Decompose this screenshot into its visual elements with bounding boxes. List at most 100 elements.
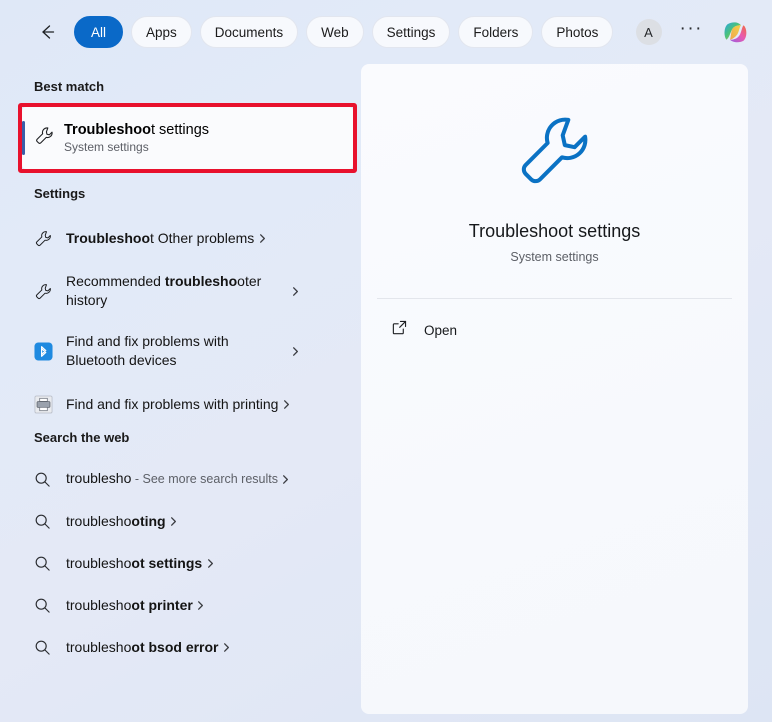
copilot-glyph (724, 21, 747, 42)
wrench-glyph (35, 283, 51, 299)
query-text: troublesho (66, 638, 132, 655)
search-icon (34, 597, 62, 614)
settings-result-troubleshoot-other-problems[interactable]: Troubleshoot Other problems (0, 216, 292, 260)
best-match-title-bold: Troubleshoo (64, 122, 151, 138)
search-glyph (35, 640, 50, 655)
chevron-right-glyph (283, 399, 289, 409)
more-options-icon[interactable]: ··· (680, 19, 703, 40)
filter-pill-photos[interactable]: Photos (541, 16, 614, 48)
topbar-right-cluster: A ··· (635, 0, 750, 64)
chevron-right-icon[interactable] (193, 600, 209, 611)
completion-text: ot settings (131, 554, 203, 571)
see-more-suffix: - See more search results (131, 472, 278, 486)
completion-text: ot printer (131, 596, 193, 613)
search-icon (34, 555, 62, 572)
chevron-right-glyph (207, 558, 213, 568)
web-result-troubleshoot-printer[interactable]: troubleshoot printer (0, 584, 231, 626)
open-action-row[interactable]: Open (361, 299, 748, 341)
chevron-right-icon[interactable] (287, 346, 303, 357)
settings-result-recommended-troubleshooter-history[interactable]: Recommended troubleshooter history (0, 262, 325, 320)
best-match-text: Troubleshoot settings System settings (64, 122, 209, 154)
avatar[interactable]: A (635, 19, 662, 45)
wrench-glyph (35, 230, 51, 246)
external-link-glyph (392, 320, 407, 335)
open-label: Open (424, 322, 458, 338)
filter-pill-documents[interactable]: Documents (199, 16, 299, 48)
chevron-right-icon[interactable] (254, 233, 270, 244)
printer-glyph (34, 395, 53, 413)
wrench-glyph (36, 127, 53, 144)
match-bold: Troubleshoo (66, 229, 150, 246)
bluetooth-glyph (34, 341, 53, 361)
web-result-troubleshooting[interactable]: troubleshooting (0, 500, 204, 542)
search-results-column: Best match Troubleshoot settings System … (0, 64, 361, 722)
settings-result-label: Find and fix problems with Bluetooth dev… (66, 333, 229, 368)
web-result-see-more[interactable]: troublesho - See more search results (0, 458, 316, 500)
chevron-right-glyph (259, 233, 265, 243)
search-glyph (35, 472, 50, 487)
chevron-right-icon[interactable] (219, 642, 235, 653)
best-match-card[interactable]: Troubleshoot settings System settings (22, 107, 353, 169)
completion-text: ot bsod error (131, 638, 219, 655)
match-rest: t Other problems (150, 229, 255, 246)
web-result-label: troublesho - See more search results (62, 469, 278, 489)
wrench-glyph-large (521, 117, 587, 184)
query-text: troublesho (66, 512, 132, 529)
search-glyph (35, 514, 50, 529)
web-result-troubleshoot-settings[interactable]: troubleshoot settings (0, 542, 240, 584)
best-match-title-rest: t settings (151, 122, 210, 138)
settings-result-label: Troubleshoot Other problems (62, 229, 254, 248)
match-bold: troublesho (164, 273, 238, 289)
search-icon (34, 513, 62, 530)
filter-pill-settings[interactable]: Settings (371, 16, 451, 48)
bluetooth-icon (34, 341, 62, 361)
chevron-right-glyph (292, 286, 298, 296)
filter-pill-all[interactable]: All (74, 16, 124, 48)
search-glyph (35, 556, 50, 571)
printer-icon (34, 395, 62, 414)
section-header-settings: Settings (34, 186, 86, 201)
search-icon (34, 471, 62, 488)
web-result-label: troubleshoot settings (62, 554, 202, 573)
section-header-best-match: Best match (34, 79, 105, 94)
back-arrow-icon[interactable] (34, 19, 60, 45)
web-result-label: troubleshooting (62, 512, 166, 531)
chevron-right-glyph (198, 600, 204, 610)
preview-title: Troubleshoot settings (468, 221, 641, 241)
preview-content: Troubleshoot settings System settings (361, 64, 748, 264)
chevron-right-icon[interactable] (287, 286, 303, 297)
search-icon (34, 639, 62, 656)
filter-pill-apps[interactable]: Apps (131, 16, 192, 48)
query-text: troublesho (66, 470, 132, 486)
wrench-icon (34, 282, 62, 301)
search-glyph (35, 598, 50, 613)
match-pre: Recommended (66, 273, 165, 289)
chevron-right-icon[interactable] (278, 399, 294, 410)
copilot-icon[interactable] (721, 18, 750, 47)
query-text: troublesho (66, 554, 132, 571)
settings-result-label: Find and fix problems with printing (66, 395, 279, 412)
chevron-right-icon[interactable] (166, 516, 182, 527)
result-preview-panel: Troubleshoot settings System settings Op… (361, 64, 748, 714)
chevron-right-glyph (224, 642, 229, 652)
back-arrow-glyph (42, 25, 55, 39)
filter-pill-web[interactable]: Web (306, 16, 364, 48)
wrench-icon (34, 229, 62, 248)
settings-result-bluetooth-problems[interactable]: Find and fix problems with Bluetooth dev… (0, 322, 325, 380)
best-match-result[interactable]: Troubleshoot settings System settings (22, 107, 353, 169)
query-text: troublesho (66, 596, 132, 613)
settings-result-printing-problems[interactable]: Find and fix problems with printing (0, 382, 316, 426)
web-result-label: troubleshoot printer (62, 596, 193, 615)
chevron-right-glyph (171, 516, 177, 526)
chevron-right-icon[interactable] (202, 558, 218, 569)
filter-pill-folders[interactable]: Folders (458, 16, 534, 48)
chevron-right-icon[interactable] (278, 474, 294, 485)
web-result-troubleshoot-bsod-error[interactable]: troubleshoot bsod error (0, 626, 257, 668)
settings-result-label: Recommended troubleshooter history (62, 272, 287, 310)
chevron-right-glyph (292, 346, 298, 356)
section-header-search-the-web: Search the web (34, 430, 130, 445)
best-match-subtitle: System settings (64, 140, 149, 154)
web-result-label: troubleshoot bsod error (62, 638, 219, 657)
preview-subtitle: System settings (510, 250, 599, 264)
external-link-icon (391, 319, 408, 341)
